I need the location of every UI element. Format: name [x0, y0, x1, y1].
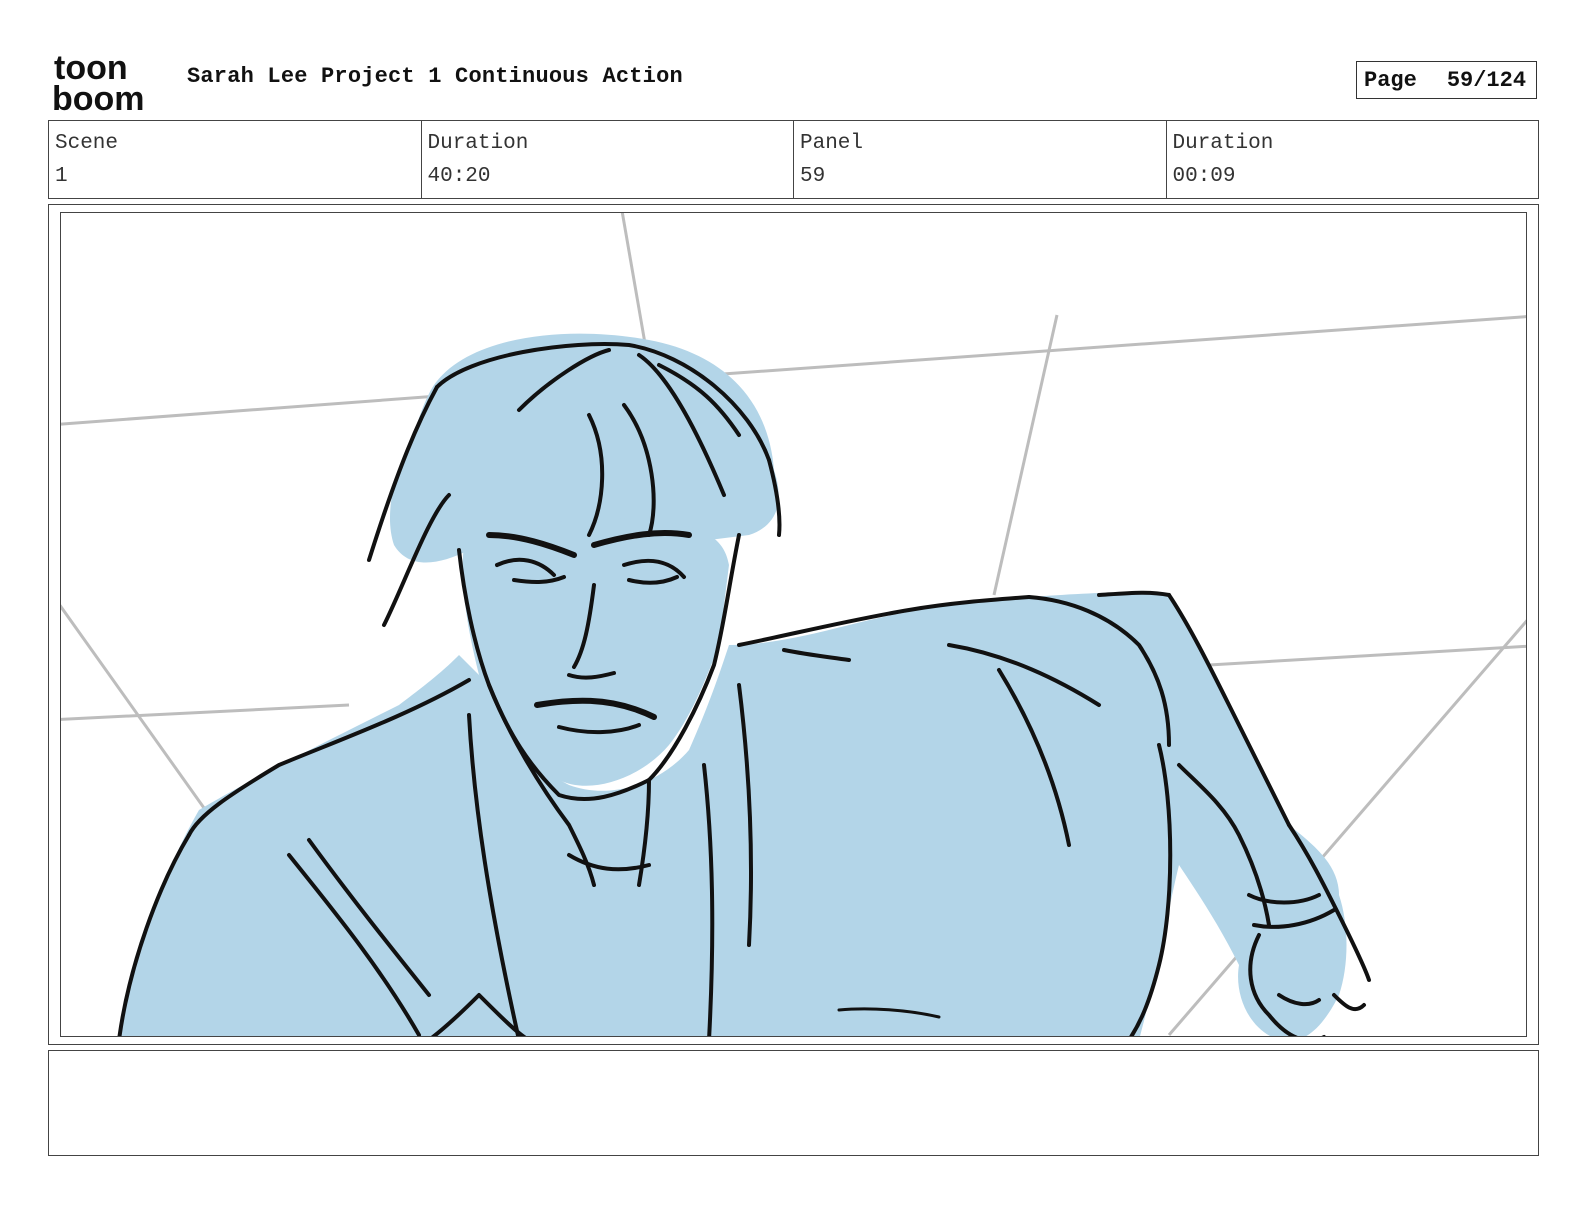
panel-duration-cell: Duration 00:09	[1167, 121, 1539, 198]
info-table: Scene 1 Duration 40:20 Panel 59 Duration…	[48, 120, 1539, 199]
logo-text-bottom: boom	[52, 80, 145, 112]
page-value: 59/124	[1446, 67, 1527, 93]
scene-cell: Scene 1	[49, 121, 422, 198]
scene-duration-cell: Duration 40:20	[422, 121, 794, 198]
panel-value: 59	[800, 165, 826, 188]
panel-duration-value: 00:09	[1172, 165, 1236, 188]
panel-label: Panel	[800, 132, 864, 155]
page-label: Page	[1364, 67, 1417, 93]
scene-duration-value: 40:20	[427, 165, 491, 188]
storyboard-panel	[60, 212, 1527, 1037]
character-fill	[119, 333, 1347, 1036]
panel-cell: Panel 59	[794, 121, 1167, 198]
scene-duration-label: Duration	[427, 132, 529, 155]
panel-notes-box	[48, 1050, 1539, 1156]
page-indicator: Page 59/124	[1356, 61, 1537, 99]
scene-value: 1	[55, 165, 68, 188]
toonboom-logo: toon boom	[52, 49, 164, 118]
panel-drawing	[61, 213, 1526, 1036]
logo-mark: toon boom	[52, 49, 145, 118]
panel-duration-label: Duration	[1172, 132, 1274, 155]
project-title: Sarah Lee Project 1 Continuous Action	[187, 64, 683, 89]
scene-label: Scene	[55, 132, 119, 155]
